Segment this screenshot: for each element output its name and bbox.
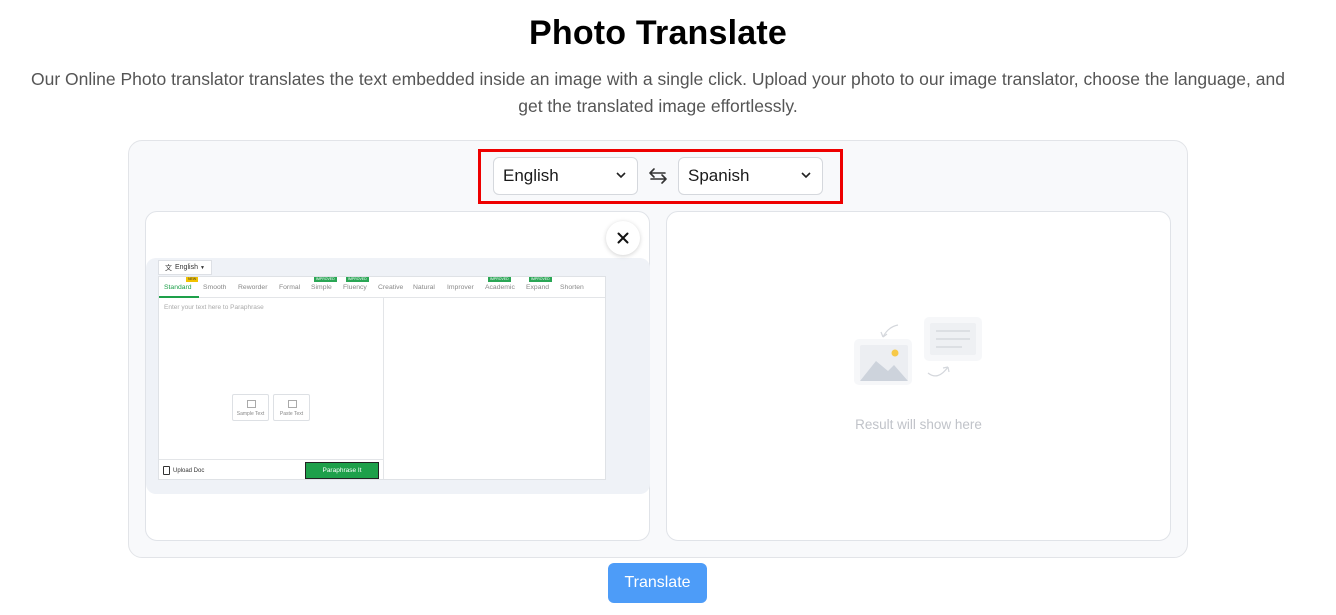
preview-mode-badge: IMPROVED <box>314 277 337 282</box>
preview-mode-tab: Natural <box>413 284 435 291</box>
preview-mode-tab: Academic <box>485 284 515 291</box>
result-placeholder-text: Result will show here <box>855 417 982 432</box>
source-language-value: English <box>503 166 559 185</box>
preview-mode-tabs: Standard NEW Smooth Reworder Formal Simple IMP… <box>159 277 605 298</box>
image-to-text-illustration-icon <box>854 317 982 385</box>
target-language-value: Spanish <box>688 166 750 185</box>
preview-paraphraser-frame: Standard NEW Smooth Reworder Formal Simple IMP… <box>158 276 606 480</box>
preview-mode-tab: Fluency <box>343 284 367 291</box>
page-description: Our Online Photo translator translates t… <box>31 69 1285 116</box>
close-icon <box>617 232 629 244</box>
preview-language-label: English <box>175 264 198 271</box>
swap-arrows-icon[interactable] <box>647 165 669 187</box>
preview-divider <box>383 298 384 479</box>
preview-bottom-bar: Upload Doc Paraphrase It <box>159 459 383 479</box>
preview-mode-badge: IMPROVED <box>529 277 552 282</box>
translate-icon: 文 <box>165 264 172 272</box>
preview-mode-tab: Simple <box>311 284 332 291</box>
preview-active-underline <box>159 296 199 298</box>
paste-icon <box>288 400 297 408</box>
preview-mode-tab: Improver <box>447 284 474 291</box>
preview-paraphrase-button: Paraphrase It <box>305 462 379 479</box>
translate-button[interactable]: Translate <box>608 563 707 603</box>
preview-upload-doc-label: Upload Doc <box>173 467 205 474</box>
preview-mode-tab: Shorten <box>560 284 584 291</box>
caret-down-icon: ▼ <box>199 264 205 271</box>
preview-mode-tab: Creative <box>378 284 404 291</box>
preview-language-tab: 文 English ▼ <box>158 260 212 275</box>
preview-mode-tab: Standard <box>164 284 192 291</box>
remove-image-button[interactable] <box>606 221 640 255</box>
preview-input-placeholder: Enter your text here to Paraphrase <box>164 304 264 311</box>
source-language-select[interactable]: English <box>493 157 638 195</box>
preview-mode-tab: Reworder <box>238 284 268 291</box>
preview-upload-doc: Upload Doc <box>163 466 204 475</box>
preview-paste-text-button: Paste Text <box>273 394 310 421</box>
target-language-select[interactable]: Spanish <box>678 157 823 195</box>
preview-mode-tab: Formal <box>279 284 301 291</box>
chevron-down-icon <box>801 172 811 179</box>
preview-sample-text-button: Sample Text <box>232 394 269 421</box>
preview-mode-badge: IMPROVED <box>346 277 369 282</box>
preview-mode-tab: Expand <box>526 284 550 291</box>
uploaded-image-preview: 文 English ▼ Standard NEW Smooth Reworder For… <box>146 258 650 494</box>
preview-paste-text-label: Paste Text <box>279 411 304 417</box>
document-icon <box>163 466 170 475</box>
preview-mode-tab: Smooth <box>203 284 227 291</box>
preview-sample-text-label: Sample Text <box>236 411 265 417</box>
chevron-down-icon <box>616 172 626 179</box>
page-title: Photo Translate <box>528 14 788 52</box>
preview-mode-badge: IMPROVED <box>488 277 511 282</box>
preview-mode-badge: NEW <box>186 277 199 282</box>
sample-icon <box>247 400 256 408</box>
